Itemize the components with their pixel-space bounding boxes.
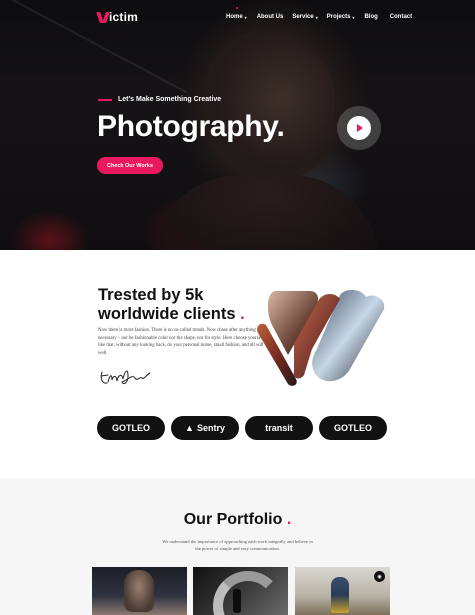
tagline-accent-line [98,98,112,101]
play-icon [357,124,363,132]
portfolio-title: Our Portfolio . [183,511,292,528]
brand-v-collage [257,289,385,386]
tagline-text: Let's Make Something Creative [118,96,222,103]
hero-photo-shoulder [150,175,380,250]
portfolio-accent-dot: . [286,511,292,528]
nav-home[interactable]: Home ▾ [226,7,247,22]
hero-photo-subject [205,30,335,180]
hero-light-streak [0,0,188,94]
nav-about-us[interactable]: About Us [257,12,284,22]
check-our-works-button[interactable]: Check Our Works [97,157,163,174]
about-text: Now there is more fashion. There is no s… [98,328,264,356]
portfolio-photo-arch [213,571,283,615]
brand-logo[interactable]: ictim [98,10,138,24]
play-button-circle [347,116,371,140]
client-logo-sentry[interactable]: ▲ Sentry [171,416,239,440]
client-logos: GOTLEO ▲ Sentry transit GOTLEO [97,416,387,440]
nav-projects[interactable]: Projects ▾ [327,12,355,22]
nav-contact[interactable]: Contact [390,12,412,22]
portfolio-item-3[interactable]: ◉ [295,567,390,615]
portfolio-item-2[interactable] [193,567,288,615]
chevron-down-icon: ▾ [315,14,318,20]
client-logo-gotleo[interactable]: GOTLEO [97,416,165,440]
portfolio-item-1[interactable] [92,567,187,615]
video-play-button[interactable] [337,106,381,150]
portfolio-photo-cyclist [331,577,349,613]
nav-blog[interactable]: Blog [364,12,377,22]
portfolio-description: We understand the importance of approach… [162,539,313,552]
client-logo-transit[interactable]: transit [245,416,313,440]
about-title: Trested by 5k worldwide clients . [98,286,245,323]
logo-v-icon [98,12,108,23]
brand-name: ictim [109,10,139,24]
portfolio-photo-silhouette [233,589,241,613]
hero-title: Photography. [97,110,285,143]
title-accent-dot: . [240,305,245,323]
hero-tagline: Let's Make Something Creative [98,96,221,103]
chevron-down-icon: ▾ [352,14,355,20]
sentry-mountain-icon: ▲ [185,423,194,433]
client-logo-gotleo-2[interactable]: GOTLEO [319,416,387,440]
hero-section: ictim Home ▾ About Us Service ▾ Projects ▾ … [0,0,475,250]
signature-image [100,370,151,385]
camera-icon[interactable]: ◉ [374,571,385,582]
chevron-down-icon: ▾ [244,14,247,20]
portfolio-photo-face [124,570,154,612]
nav-service[interactable]: Service ▾ [292,12,317,22]
main-nav: Home ▾ About Us Service ▾ Projects ▾ Blog C… [226,7,412,22]
